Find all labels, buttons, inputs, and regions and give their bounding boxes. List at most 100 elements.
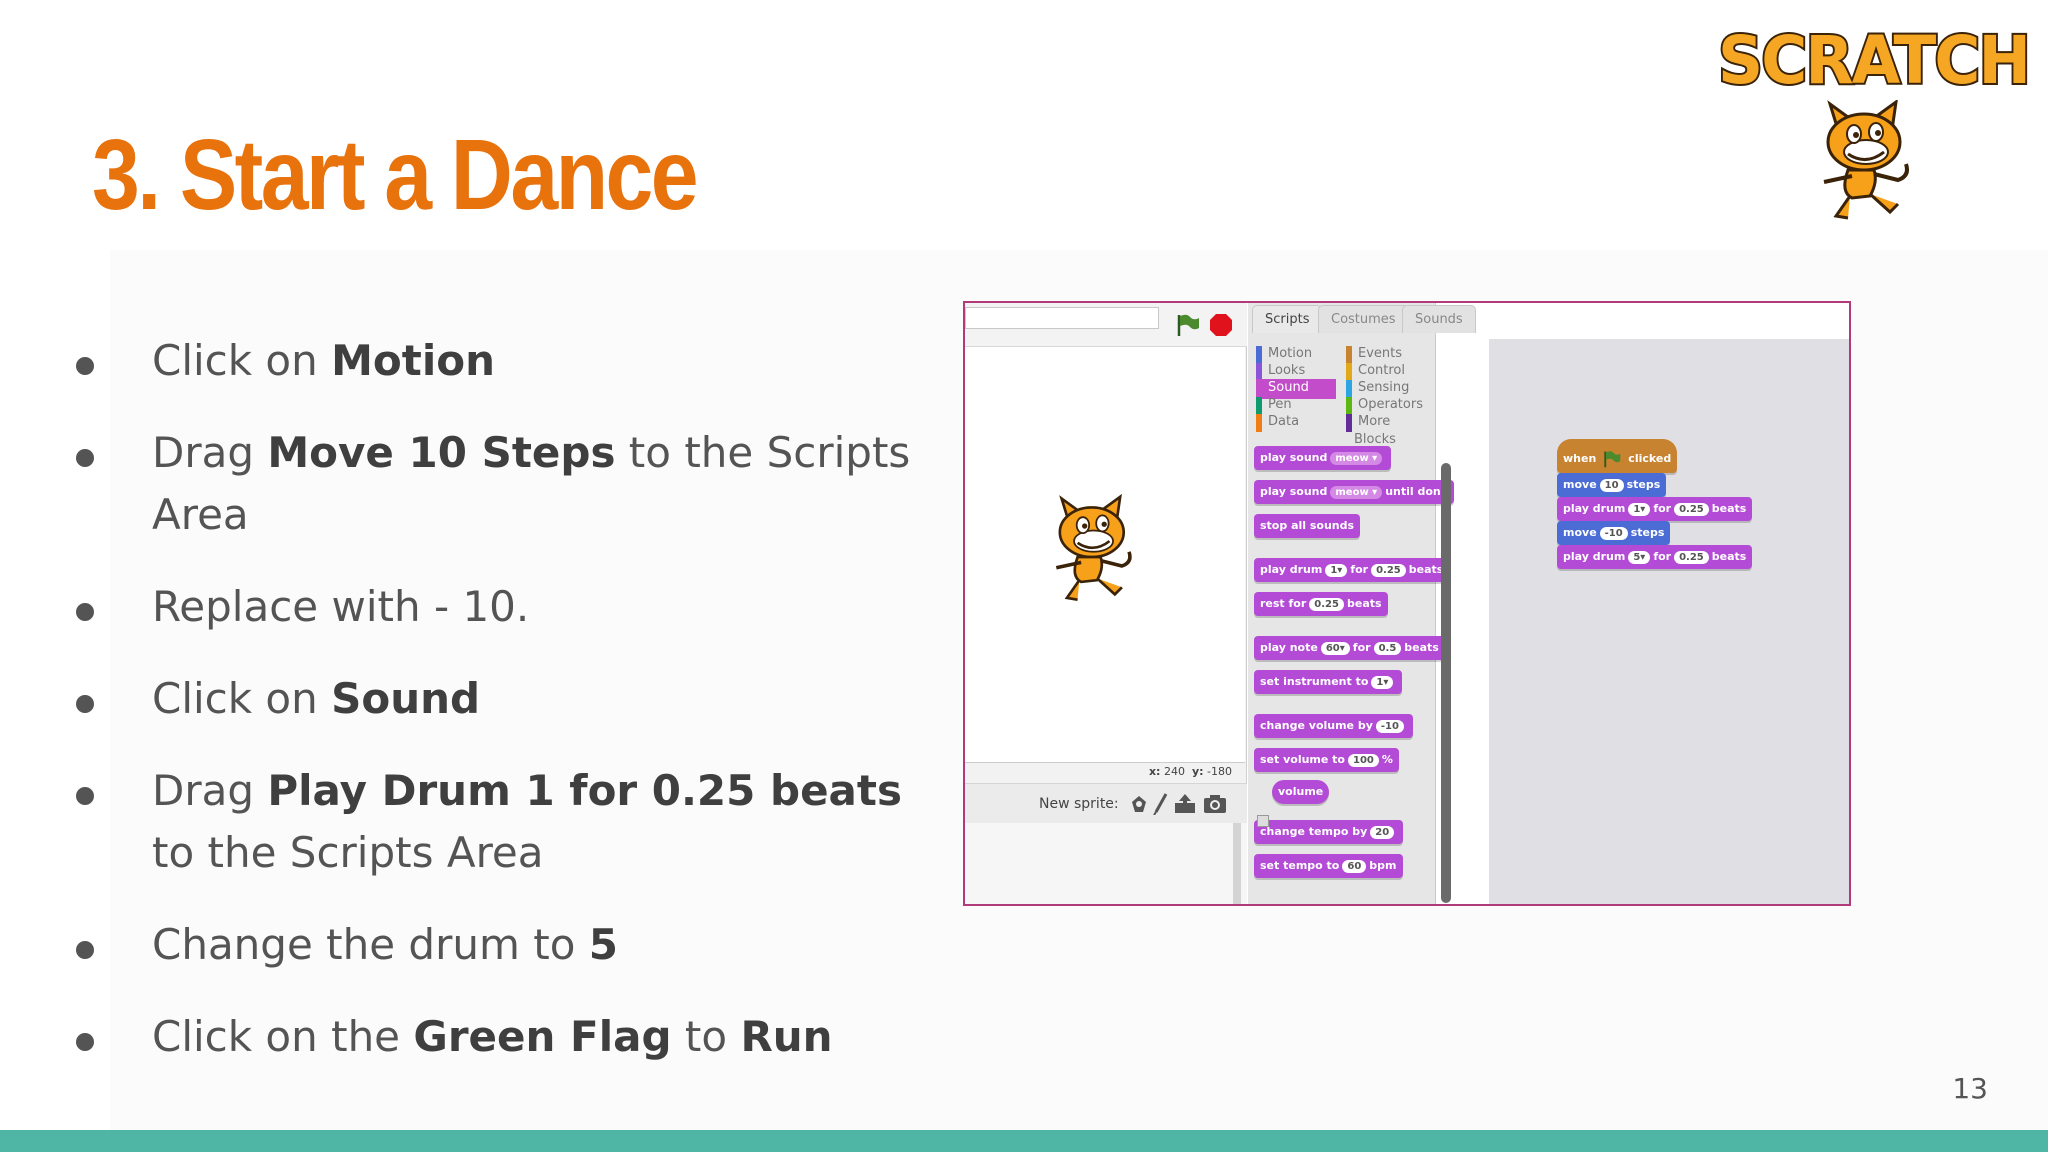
- slide-title: 3. Start a Dance: [92, 119, 699, 231]
- block-text: change volume by: [1260, 719, 1373, 732]
- stage-pane: x: 240 y: -180 New sprite:: [965, 303, 1247, 904]
- palette-block-rest-for[interactable]: rest for 0.25 beats: [1254, 592, 1388, 616]
- palette-block-change-tempo[interactable]: change tempo by 20: [1254, 820, 1404, 844]
- palette-block-play-sound[interactable]: play sound meow ▾: [1254, 446, 1392, 470]
- upload-sprite-icon[interactable]: [1173, 793, 1197, 815]
- green-flag-icon[interactable]: [1175, 313, 1201, 337]
- tab-scripts[interactable]: Scripts: [1252, 305, 1323, 333]
- block-text: bpm: [1369, 859, 1397, 872]
- block-text: beats: [1408, 563, 1444, 576]
- palette-block-play-note[interactable]: play note 60▾ for 0.5 beats: [1254, 636, 1445, 660]
- new-sprite-label: New sprite:: [1039, 796, 1119, 812]
- bullet-item: Change the drum to 5: [70, 914, 950, 976]
- bullet-dot: [76, 449, 94, 467]
- bullet-bold-text: Move 10 Steps: [267, 428, 616, 477]
- camera-icon[interactable]: [1203, 794, 1227, 814]
- script-block-move-minus-10-steps[interactable]: move -10 steps: [1557, 521, 1671, 545]
- script-block-when-flag-clicked[interactable]: when clicked: [1557, 439, 1678, 473]
- block-text: beats: [1711, 550, 1747, 563]
- palette-block-set-instrument[interactable]: set instrument to 1▾: [1254, 670, 1403, 694]
- block-input[interactable]: 1▾: [1628, 503, 1651, 516]
- block-input[interactable]: meow ▾: [1330, 486, 1383, 499]
- block-text: play note: [1260, 641, 1318, 654]
- category-label: Looks: [1268, 363, 1306, 378]
- choose-sprite-from-library-icon[interactable]: [1129, 794, 1149, 814]
- scratch-screenshot: x: 240 y: -180 New sprite: Motion Looks So…: [963, 301, 1851, 906]
- bullet-item: Click on Sound: [70, 668, 950, 730]
- palette-block-set-tempo[interactable]: set tempo to 60 bpm: [1254, 854, 1403, 878]
- category-label: Events: [1358, 346, 1403, 361]
- block-text: when: [1563, 452, 1597, 465]
- script-block-play-drum-5[interactable]: play drum 5▾ for 0.25 beats: [1557, 545, 1753, 569]
- script-block-move-10-steps[interactable]: move 10 steps: [1557, 473, 1667, 497]
- bullet-text: Change the drum to: [152, 920, 589, 969]
- block-text: set volume to: [1260, 753, 1345, 766]
- tab-costumes[interactable]: Costumes: [1318, 305, 1409, 333]
- bullet-bold-text: 5: [588, 920, 618, 969]
- page-number: 13: [1952, 1072, 1988, 1105]
- palette-block-play-sound-until[interactable]: play sound meow ▾ until done: [1254, 480, 1455, 504]
- block-input[interactable]: 5▾: [1628, 551, 1651, 564]
- block-text: play sound: [1260, 451, 1328, 464]
- scratch-cat-sprite-icon[interactable]: [1035, 487, 1145, 613]
- stage[interactable]: [965, 347, 1245, 763]
- block-input[interactable]: 10: [1599, 479, 1624, 492]
- block-palette: Motion Looks Sound Pen Data Events Control Sens…: [1248, 303, 1455, 904]
- block-input[interactable]: 60▾: [1320, 642, 1350, 655]
- block-text: play drum: [1260, 563, 1323, 576]
- bullet-text: Click on the: [152, 1012, 414, 1061]
- palette-scrollbar[interactable]: [1441, 463, 1451, 903]
- scripts-area[interactable]: when clicked move 10 steps play drum 1▾ for 0.25…: [1489, 339, 1849, 904]
- paint-new-sprite-icon[interactable]: [1153, 793, 1169, 815]
- block-input[interactable]: 20: [1370, 826, 1395, 839]
- stop-sign-icon[interactable]: [1209, 313, 1233, 337]
- category-data[interactable]: Data: [1256, 413, 1336, 433]
- block-input[interactable]: -10: [1375, 720, 1404, 733]
- bullet-text: Replace with - 10.: [152, 582, 530, 631]
- category-label: Sound: [1268, 380, 1309, 395]
- scratch-cat-logo-icon: [1823, 100, 1909, 220]
- bullet-bold-text: Run: [740, 1012, 833, 1061]
- block-input[interactable]: 0.25: [1371, 564, 1406, 577]
- palette-block-stop-all[interactable]: stop all sounds: [1254, 514, 1361, 538]
- tab-sounds[interactable]: Sounds: [1402, 305, 1476, 333]
- bullet-bold-text: Play Drum 1 for 0.25 beats: [267, 766, 902, 815]
- script-block-play-drum-1[interactable]: play drum 1▾ for 0.25 beats: [1557, 497, 1753, 521]
- block-input[interactable]: 0.25: [1674, 551, 1709, 564]
- bullet-dot: [76, 941, 94, 959]
- stage-toolbar: [965, 303, 1247, 347]
- bullet-item: Click on the Green Flag to Run: [70, 1006, 950, 1068]
- block-input[interactable]: 0.25: [1309, 598, 1344, 611]
- palette-block-change-volume[interactable]: change volume by -10: [1254, 714, 1413, 738]
- block-text: for: [1653, 502, 1672, 515]
- block-text: rest for: [1260, 597, 1307, 610]
- block-input[interactable]: 0.5: [1373, 642, 1402, 655]
- block-input[interactable]: meow ▾: [1330, 452, 1383, 465]
- palette-block-play-drum[interactable]: play drum 1▾ for 0.25 beats: [1254, 558, 1450, 582]
- scratch-logo-text: SCRATCH: [1716, 20, 2033, 101]
- block-input[interactable]: -10: [1599, 527, 1628, 540]
- bullet-item: Click on Motion: [70, 330, 950, 392]
- block-input[interactable]: 1▾: [1325, 564, 1348, 577]
- bullet-item: Drag Play Drum 1 for 0.25 beats to the S…: [70, 760, 950, 884]
- block-input[interactable]: 100: [1348, 754, 1379, 767]
- palette-block-set-volume[interactable]: set volume to 100%: [1254, 748, 1399, 772]
- block-input[interactable]: 60: [1342, 860, 1367, 873]
- block-text: beats: [1404, 641, 1439, 654]
- project-title-field[interactable]: [965, 307, 1159, 329]
- sprite-list: [965, 823, 1247, 904]
- bullet-list: Click on Motion Drag Move 10 Steps to the…: [70, 330, 950, 1098]
- bullet-bold-text: Sound: [331, 674, 481, 723]
- block-text: for: [1653, 550, 1672, 563]
- mouse-coordinates: x: 240 y: -180: [1149, 765, 1232, 778]
- block-input[interactable]: 1▾: [1371, 676, 1394, 689]
- volume-checkbox[interactable]: [1257, 815, 1269, 827]
- category-more-blocks[interactable]: More Blocks: [1346, 413, 1432, 447]
- bullet-dot: [76, 603, 94, 621]
- block-text: steps: [1626, 478, 1661, 491]
- sprite-list-scrollbar[interactable]: [1233, 823, 1241, 904]
- palette-block-volume[interactable]: volume: [1272, 780, 1330, 804]
- block-input[interactable]: 0.25: [1674, 503, 1709, 516]
- category-color-swatch: [1346, 414, 1352, 432]
- category-label: Data: [1268, 414, 1300, 429]
